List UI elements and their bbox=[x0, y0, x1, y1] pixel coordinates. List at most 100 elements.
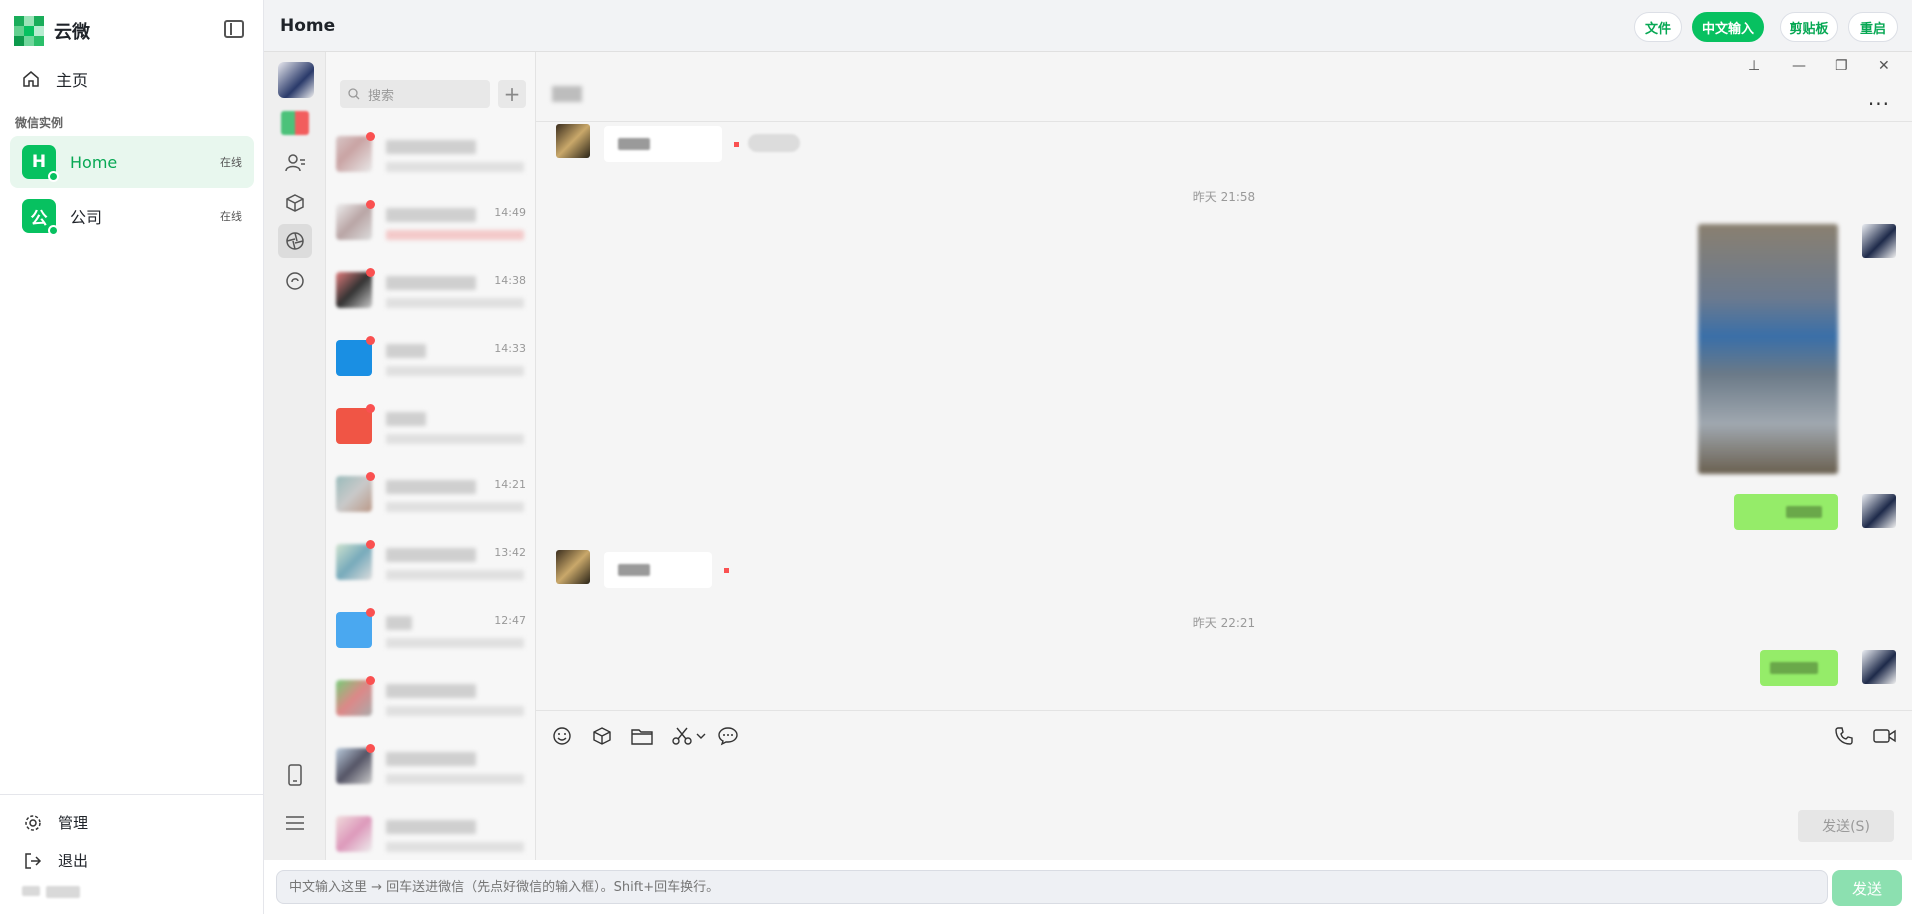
chinese-input-button[interactable]: 中文输入 bbox=[1692, 12, 1764, 42]
unread-badge bbox=[366, 336, 375, 345]
search-placeholder: 搜索 bbox=[368, 88, 395, 104]
conversation-item[interactable]: 14:33 bbox=[326, 326, 535, 394]
conversation-preview-redacted bbox=[386, 162, 524, 172]
brand-name: 云微 bbox=[54, 22, 90, 43]
conversation-avatar bbox=[336, 408, 372, 444]
conversation-item[interactable]: 14:38 bbox=[326, 258, 535, 326]
files-button[interactable]: 文件 bbox=[1634, 12, 1682, 42]
unread-badge bbox=[366, 404, 375, 413]
instance-avatar: 公 bbox=[22, 199, 59, 236]
pin-icon[interactable]: ⊥ bbox=[1748, 58, 1760, 74]
instance-item-home[interactable]: H Home 在线 bbox=[10, 136, 254, 188]
unread-badge bbox=[366, 608, 375, 617]
manage-link[interactable]: 管理 bbox=[24, 812, 88, 833]
conversation-time: 13:42 bbox=[494, 546, 526, 559]
unread-badge bbox=[366, 200, 375, 209]
conversation-name-redacted bbox=[386, 616, 412, 630]
online-dot-icon bbox=[48, 225, 59, 236]
my-message-avatar[interactable] bbox=[1862, 224, 1896, 258]
favorites-cube-icon[interactable] bbox=[278, 186, 312, 220]
instance-initial: H bbox=[31, 152, 47, 172]
chat-history-icon[interactable] bbox=[716, 724, 740, 748]
conversation-time: 12:47 bbox=[494, 614, 526, 627]
conversation-name-redacted bbox=[386, 820, 476, 834]
conversation-item[interactable] bbox=[326, 122, 535, 190]
conversation-preview-redacted bbox=[386, 502, 524, 512]
conversation-item[interactable]: 14:21 bbox=[326, 462, 535, 530]
moments-icon[interactable] bbox=[278, 224, 312, 258]
message-bubble-outgoing bbox=[1760, 650, 1838, 686]
restart-button[interactable]: 重启 bbox=[1848, 12, 1898, 42]
message-bubble-incoming bbox=[604, 552, 712, 588]
conversation-list: 搜索 + 14:49 14:38 14:33 14:21 13:42 12:47 bbox=[326, 52, 536, 860]
more-icon[interactable]: ... bbox=[1868, 86, 1890, 110]
conversation-preview-redacted bbox=[386, 230, 524, 240]
video-call-icon[interactable] bbox=[1872, 724, 1898, 748]
my-avatar[interactable] bbox=[278, 62, 314, 98]
sidebar-item-home[interactable]: 主页 bbox=[22, 66, 88, 92]
conversation-name-redacted bbox=[386, 480, 476, 494]
conversation-item[interactable]: 14:49 bbox=[326, 190, 535, 258]
conversation-item[interactable]: 12:47 bbox=[326, 598, 535, 666]
phone-device-icon[interactable] bbox=[278, 758, 312, 792]
search-input[interactable]: 搜索 bbox=[340, 80, 490, 108]
conversation-item[interactable] bbox=[326, 734, 535, 802]
contact-avatar[interactable] bbox=[556, 124, 590, 158]
contacts-icon[interactable] bbox=[278, 146, 312, 180]
unread-badge bbox=[366, 132, 375, 141]
chat-time-label: 昨天 21:58 bbox=[1192, 190, 1256, 204]
logout-link[interactable]: 退出 bbox=[24, 850, 88, 871]
instance-status: 在线 bbox=[220, 210, 242, 223]
instance-avatar: H bbox=[22, 145, 59, 182]
conversation-avatar bbox=[336, 272, 372, 308]
conversation-item[interactable] bbox=[326, 802, 535, 860]
chinese-input-field[interactable] bbox=[276, 870, 1828, 904]
restore-icon[interactable]: ❐ bbox=[1835, 58, 1848, 74]
my-message-avatar[interactable] bbox=[1862, 650, 1896, 684]
unread-badge bbox=[366, 268, 375, 277]
add-button[interactable]: + bbox=[498, 80, 526, 108]
conversation-preview-redacted bbox=[386, 706, 524, 716]
app-sidebar: 云微 主页 微信实例 H Home 在线 公 公司 在线 管理 退出 bbox=[0, 0, 264, 914]
favorites-cube-icon[interactable] bbox=[590, 724, 614, 748]
folder-icon[interactable] bbox=[630, 724, 654, 748]
sidebar-toggle-icon[interactable] bbox=[224, 20, 244, 38]
chevron-down-icon[interactable] bbox=[694, 724, 708, 748]
menu-icon[interactable] bbox=[278, 806, 312, 840]
conversation-name-redacted bbox=[386, 276, 476, 290]
conversation-item[interactable] bbox=[326, 666, 535, 734]
instance-item-company[interactable]: 公 公司 在线 bbox=[10, 190, 254, 242]
chats-icon[interactable] bbox=[278, 106, 312, 140]
unread-badge bbox=[366, 540, 375, 549]
image-message[interactable] bbox=[1698, 224, 1838, 474]
voice-call-icon[interactable] bbox=[1832, 724, 1856, 748]
conversation-preview-redacted bbox=[386, 570, 524, 580]
contact-avatar[interactable] bbox=[556, 550, 590, 584]
instance-name: Home bbox=[70, 152, 118, 172]
send-button[interactable]: 发送 bbox=[1832, 870, 1902, 906]
page-title: Home bbox=[280, 16, 336, 36]
unread-badge bbox=[366, 472, 375, 481]
my-message-avatar[interactable] bbox=[1862, 494, 1896, 528]
composer-divider bbox=[536, 710, 1912, 711]
conversation-avatar bbox=[336, 816, 372, 852]
wechat-send-button[interactable]: 发送(S) bbox=[1798, 810, 1894, 842]
mini-program-icon[interactable] bbox=[278, 264, 312, 298]
error-dot-icon bbox=[724, 568, 729, 573]
conversation-item[interactable] bbox=[326, 394, 535, 462]
conversation-preview-redacted bbox=[386, 298, 524, 308]
chat-title-redacted bbox=[552, 86, 582, 102]
logout-icon bbox=[25, 852, 42, 869]
conversation-name-redacted bbox=[386, 752, 476, 766]
conversation-preview-redacted bbox=[386, 842, 524, 852]
emoji-icon[interactable] bbox=[550, 724, 574, 748]
clipboard-button[interactable]: 剪贴板 bbox=[1780, 12, 1838, 42]
minimize-icon[interactable]: — bbox=[1792, 58, 1806, 74]
conversation-name-redacted bbox=[386, 140, 476, 154]
conversation-item[interactable]: 13:42 bbox=[326, 530, 535, 598]
close-icon[interactable]: ✕ bbox=[1878, 58, 1890, 74]
conversation-preview-redacted bbox=[386, 434, 524, 444]
conversation-time: 14:49 bbox=[494, 206, 526, 219]
scissors-icon[interactable] bbox=[670, 724, 694, 748]
conversation-avatar bbox=[336, 748, 372, 784]
